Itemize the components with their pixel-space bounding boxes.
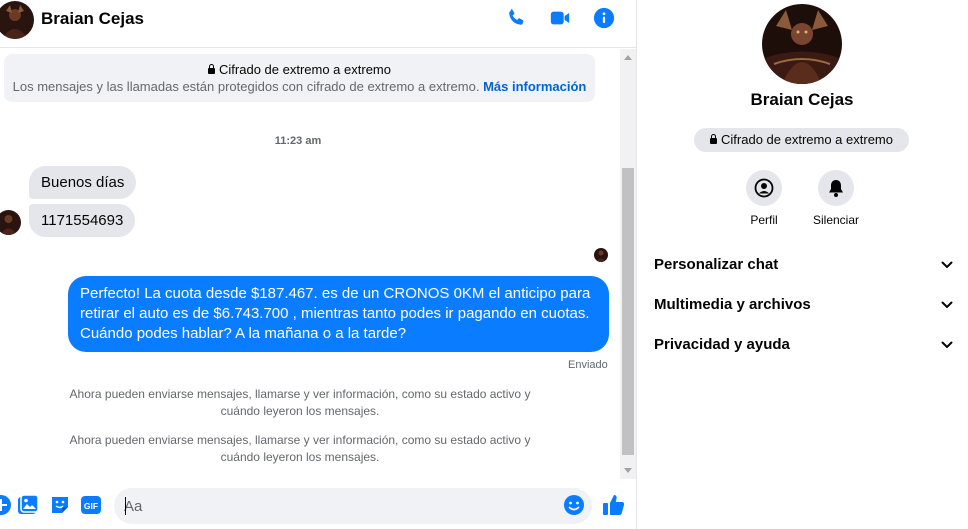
e2e-notice-title: Cifrado de extremo a extremo [4, 62, 595, 77]
profile-action[interactable]: Perfil [734, 170, 794, 227]
sticker-icon[interactable] [49, 494, 71, 516]
profile-name: Braian Cejas [750, 90, 854, 109]
section-customize-chat[interactable]: Personalizar chat [646, 248, 958, 284]
sender-avatar[interactable] [0, 210, 21, 235]
message-composer: GIF [0, 480, 636, 529]
incoming-message[interactable]: 1171554693 [29, 204, 136, 237]
message-timestamp: 11:23 am [274, 135, 322, 147]
chevron-down-icon [941, 341, 953, 349]
gif-icon[interactable]: GIF [80, 494, 102, 516]
more-info-link[interactable]: Más información [483, 79, 586, 94]
outgoing-message[interactable]: Perfecto! La cuota desde $187.467. es de… [68, 276, 609, 352]
gif-label: GIF [84, 501, 98, 511]
contact-name[interactable]: Braian Cejas [41, 9, 144, 29]
image-icon[interactable] [17, 494, 39, 516]
mute-action[interactable]: Silenciar [806, 170, 866, 227]
section-label: Privacidad y ayuda [654, 336, 790, 353]
chevron-down-icon [941, 261, 953, 269]
message-input-container [114, 488, 592, 524]
lock-icon [710, 134, 718, 144]
incoming-message[interactable]: Buenos días [29, 166, 137, 199]
contact-avatar[interactable] [0, 1, 34, 39]
scroll-down-arrow[interactable] [624, 468, 632, 473]
message-thread[interactable]: Cifrado de extremo a extremo Los mensaje… [0, 49, 620, 479]
thumbs-up-icon[interactable] [602, 493, 626, 517]
thread-scrollbar[interactable] [620, 49, 636, 479]
profile-action-label: Perfil [750, 213, 778, 227]
section-label: Multimedia y archivos [654, 296, 811, 313]
scroll-thumb[interactable] [622, 168, 634, 455]
emoji-icon[interactable] [563, 494, 585, 516]
section-privacy-help[interactable]: Privacidad y ayuda [646, 328, 958, 364]
message-input[interactable] [124, 488, 564, 524]
info-icon[interactable] [592, 6, 616, 30]
scroll-up-arrow[interactable] [624, 55, 632, 60]
lock-icon [208, 64, 216, 74]
info-panel: Braian Cejas Cifrado de extremo a extrem… [638, 0, 968, 529]
chevron-down-icon [941, 301, 953, 309]
system-message: Ahora pueden enviarse mensajes, llamarse… [69, 433, 531, 464]
chat-panel: Braian Cejas Cifrado de extremo a extrem… [0, 0, 637, 529]
plus-circle-icon[interactable] [0, 494, 12, 516]
chat-header: Braian Cejas [0, 0, 636, 48]
video-camera-icon[interactable] [548, 6, 572, 30]
phone-icon[interactable] [504, 6, 528, 30]
sent-status: Enviado [568, 359, 608, 371]
bell-icon[interactable] [818, 170, 854, 206]
e2e-notice-description: Los mensajes y las llamadas están proteg… [12, 79, 587, 94]
text-caret [125, 497, 126, 515]
section-media-files[interactable]: Multimedia y archivos [646, 288, 958, 324]
system-message: Ahora pueden enviarse mensajes, llamarse… [69, 387, 531, 418]
e2e-notice: Cifrado de extremo a extremo Los mensaje… [4, 54, 595, 102]
e2e-badge[interactable]: Cifrado de extremo a extremo [694, 128, 909, 152]
mute-action-label: Silenciar [812, 213, 860, 227]
seen-avatar [594, 248, 608, 262]
profile-avatar[interactable] [762, 4, 842, 84]
section-label: Personalizar chat [654, 256, 779, 273]
profile-icon[interactable] [746, 170, 782, 206]
